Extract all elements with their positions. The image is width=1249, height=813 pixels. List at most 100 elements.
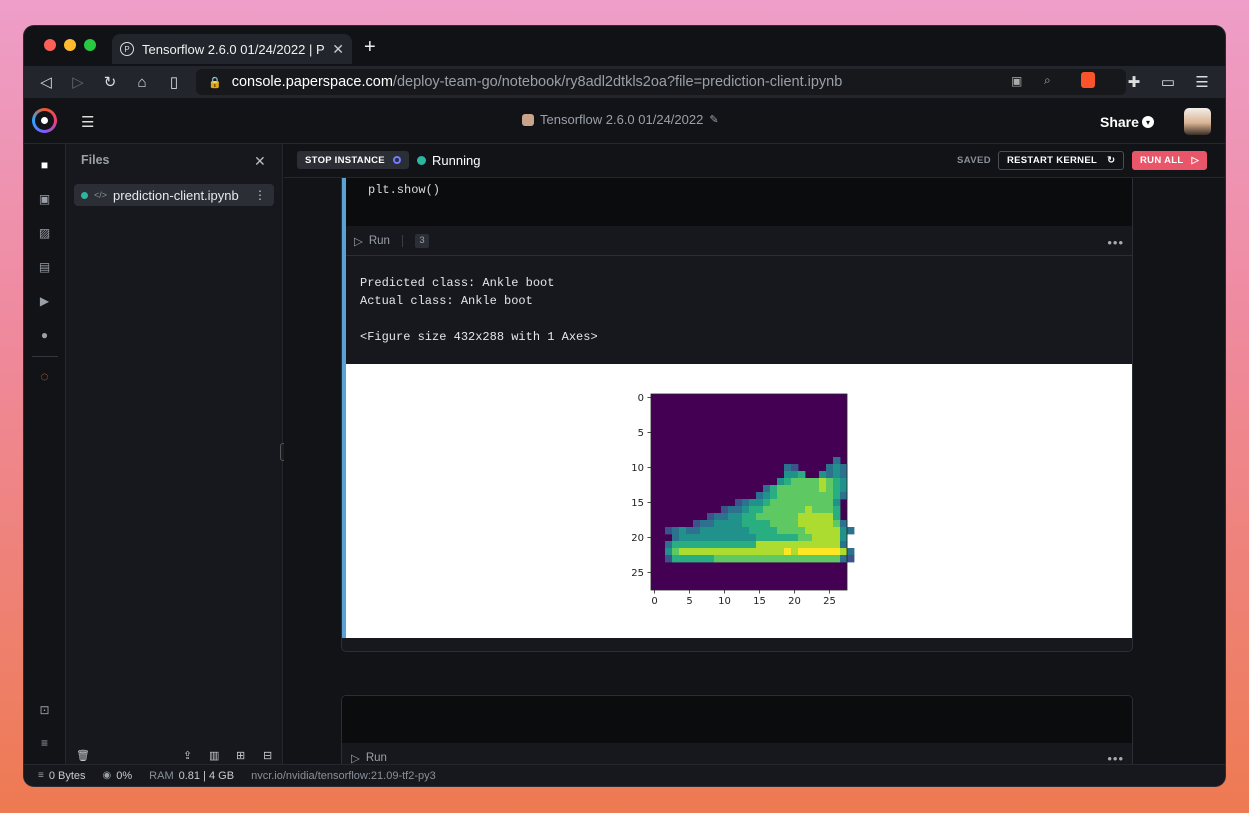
run-cell-button[interactable]: Run — [366, 752, 387, 764]
file-options-icon[interactable]: ⋮ — [254, 188, 274, 202]
image-icon[interactable]: ▨ — [37, 225, 52, 240]
zoom-icon[interactable]: ⌕ — [1044, 73, 1051, 88]
upload-icon[interactable]: ⇪ — [183, 749, 192, 762]
wallet-icon[interactable]: ▭ — [1158, 72, 1178, 92]
pixel-cell — [798, 520, 806, 528]
edit-icon[interactable]: ✎ — [709, 113, 718, 126]
close-window-button[interactable] — [44, 39, 56, 51]
notebook-cell-empty[interactable]: ▷ Run ••• — [341, 695, 1133, 772]
pixel-cell — [840, 478, 848, 486]
pixel-cell — [721, 548, 729, 556]
paperspace-logo-icon[interactable] — [32, 108, 57, 133]
pixel-cell — [805, 513, 813, 521]
hamburger-menu-icon[interactable]: ☰ — [81, 113, 94, 131]
pixel-cell — [840, 555, 848, 563]
datasets-database-icon[interactable]: ≡ — [37, 735, 52, 750]
open-book-icon[interactable]: ▥ — [209, 749, 219, 762]
y-tick-label: 5 — [638, 428, 644, 439]
notebook-title[interactable]: Tensorflow 2.6.0 01/24/2022 ✎ — [522, 112, 719, 127]
storage-search-icon[interactable]: ⊡ — [37, 702, 52, 717]
pixel-cell — [777, 485, 785, 493]
zoom-window-button[interactable] — [84, 39, 96, 51]
browser-menu-icon[interactable]: ☰ — [1192, 72, 1212, 92]
pixel-cell — [777, 478, 785, 486]
empty-code-editor[interactable] — [342, 696, 1132, 743]
pixel-cell — [826, 492, 834, 500]
trash-icon[interactable]: 🗑 — [76, 749, 90, 762]
brave-shield-icon[interactable] — [1081, 72, 1095, 88]
close-files-panel-icon[interactable]: ✕ — [254, 153, 266, 170]
pixel-cell — [770, 555, 778, 563]
pixel-cell — [700, 520, 708, 528]
history-clock-icon[interactable]: ● — [37, 327, 52, 342]
pixel-cell — [805, 478, 813, 486]
pixel-cell — [735, 541, 743, 549]
run-play-icon[interactable]: ▷ — [354, 234, 363, 248]
pixel-cell — [819, 534, 827, 542]
pixel-cell — [714, 548, 722, 556]
machine-chip-icon[interactable]: ▣ — [37, 191, 52, 206]
browser-tab[interactable]: P Tensorflow 2.6.0 01/24/2022 | P ✕ — [112, 34, 352, 64]
pixel-cell — [791, 506, 799, 514]
pixel-cell — [700, 527, 708, 535]
new-tab-icon[interactable]: + — [364, 37, 376, 57]
user-avatar[interactable] — [1184, 108, 1211, 135]
cell-more-icon[interactable]: ••• — [1107, 235, 1124, 250]
pixel-cell — [819, 506, 827, 514]
pixel-cell — [847, 555, 855, 563]
file-item[interactable]: </> prediction-client.ipynb ⋮ — [74, 184, 274, 206]
pixel-cell — [770, 534, 778, 542]
pixel-cell — [679, 527, 687, 535]
pixel-cell — [707, 513, 715, 521]
pixel-cell — [826, 534, 834, 542]
jupyter-icon[interactable]: ◌ — [37, 368, 52, 384]
pixel-cell — [798, 513, 806, 521]
terminal-icon[interactable]: ▶ — [37, 293, 52, 308]
files-folder-icon[interactable]: ■ — [37, 157, 52, 172]
notebook-cell[interactable]: plt.show() ▷ Run 3 ••• Predicted class: … — [341, 178, 1133, 652]
home-icon[interactable]: ⌂ — [132, 72, 152, 92]
pixel-cell — [777, 506, 785, 514]
pixel-cell — [728, 527, 736, 535]
reload-icon[interactable]: ↻ — [100, 72, 120, 92]
clipboard-icon[interactable]: ▣ — [1011, 74, 1022, 88]
y-tick-label: 15 — [631, 498, 644, 509]
pixel-cell — [770, 506, 778, 514]
document-icon[interactable]: ▤ — [37, 259, 52, 274]
run-all-button[interactable]: RUN ALL ▷ — [1132, 151, 1208, 170]
pixel-cell — [784, 499, 792, 507]
run-play-icon[interactable]: ▷ — [351, 751, 360, 765]
stop-instance-button[interactable]: STOP INSTANCE — [297, 151, 409, 169]
share-button[interactable]: Share — [1100, 114, 1139, 130]
code-file-icon: </> — [94, 190, 108, 200]
new-file-icon[interactable]: ⊞ — [236, 749, 245, 762]
pixel-cell — [763, 534, 771, 542]
pixel-cell — [791, 520, 799, 528]
minimize-window-button[interactable] — [64, 39, 76, 51]
stop-icon — [392, 156, 401, 164]
back-icon[interactable]: ◁ — [36, 72, 56, 92]
pixel-cell — [763, 527, 771, 535]
code-editor[interactable]: plt.show() — [346, 178, 1132, 226]
restart-kernel-button[interactable]: RESTART KERNEL ↻ — [998, 151, 1125, 170]
run-cell-button[interactable]: Run — [369, 235, 390, 247]
bookmark-icon[interactable]: ▯ — [164, 72, 184, 92]
new-folder-icon[interactable]: ⊟ — [263, 749, 272, 762]
address-bar: ◁ ▷ ↻ ⌂ ▯ 🔒 console.paperspace.com/deplo… — [24, 66, 1225, 98]
pixel-cell — [777, 527, 785, 535]
files-panel-title: Files — [81, 153, 110, 167]
pixel-cell — [707, 541, 715, 549]
pixel-cell — [693, 548, 701, 556]
extensions-icon[interactable]: ✚ — [1124, 72, 1144, 92]
pixel-cell — [812, 534, 820, 542]
url-field[interactable]: 🔒 console.paperspace.com/deploy-team-go/… — [196, 69, 1126, 95]
share-chevron-icon[interactable]: ▾ — [1142, 116, 1154, 128]
pixel-cell — [833, 478, 841, 486]
pixel-cell — [812, 492, 820, 500]
notebook-toolbar: STOP INSTANCE Running SAVED RESTART KERN… — [284, 144, 1225, 178]
pixel-cell — [812, 506, 820, 514]
forward-icon[interactable]: ▷ — [68, 72, 88, 92]
pixel-cell — [805, 527, 813, 535]
pixel-cell — [728, 541, 736, 549]
close-tab-icon[interactable]: ✕ — [332, 41, 344, 58]
